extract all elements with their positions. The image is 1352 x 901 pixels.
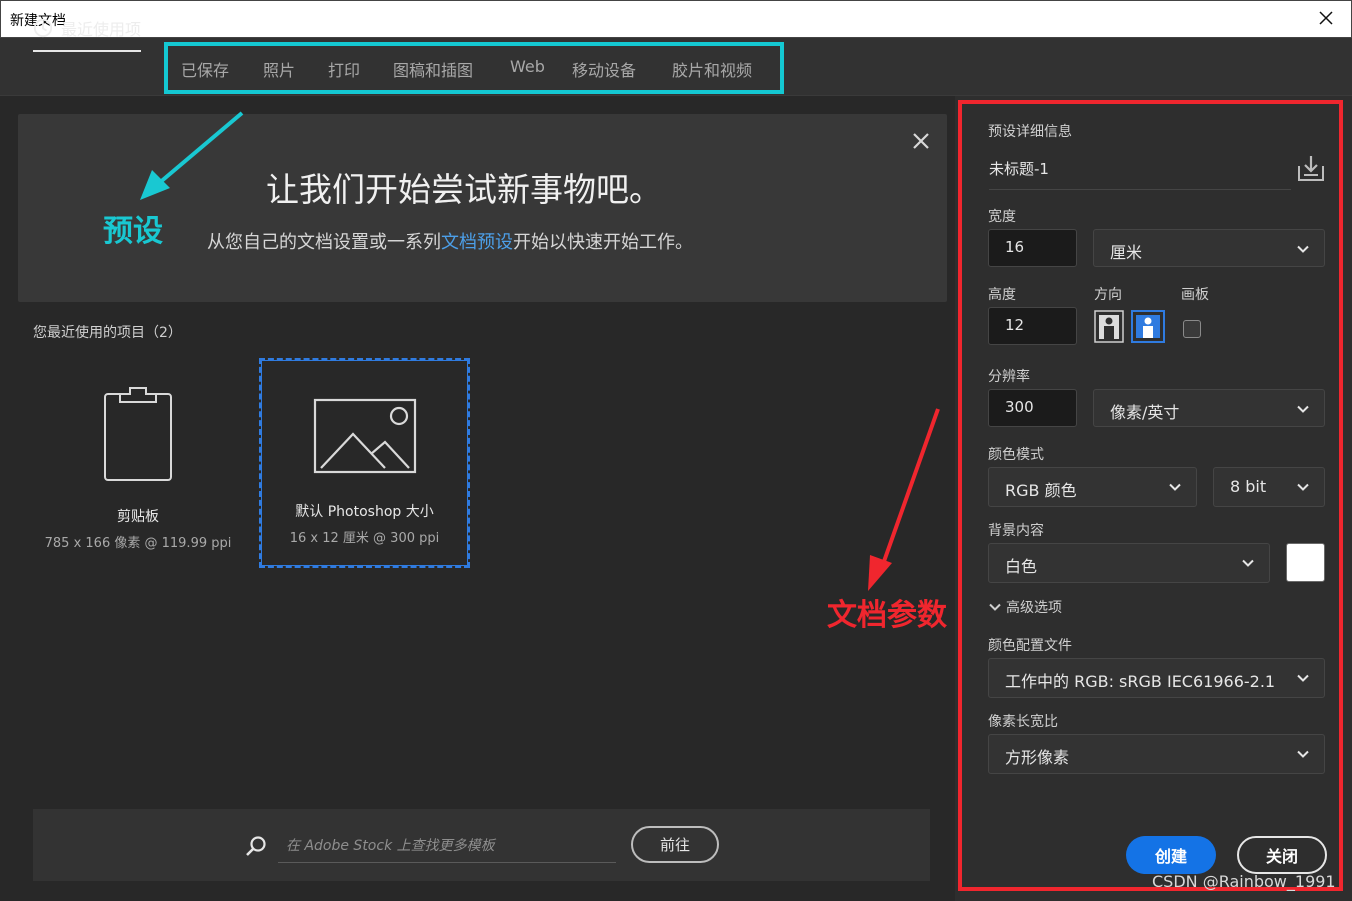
search-icon [244,834,268,858]
recent-item-clipboard[interactable]: 剪贴板 785 x 166 像素 @ 119.99 ppi [40,360,236,565]
stock-search-input[interactable] [278,829,616,863]
recent-item-meta: 16 x 12 厘米 @ 300 ppi [289,531,440,546]
watermark: CSDN @Rainbow_1991 [1152,872,1336,891]
document-presets-link[interactable]: 文档预设 [441,232,513,253]
banner-close-icon[interactable] [910,130,932,152]
tab-recent[interactable]: 最近使用项 [33,16,142,52]
clipboard-icon [100,384,176,484]
doc-params-annotation-box [958,100,1343,891]
tab-recent-label: 最近使用项 [61,20,142,39]
go-button[interactable]: 前往 [631,826,719,863]
recent-heading: 您最近使用的项目（2） [33,325,182,341]
doc-params-annotation: 文档参数 [827,598,947,633]
preset-annotation-arrow [140,111,244,200]
recent-item-default-size[interactable]: 默认 Photoshop 大小 16 x 12 厘米 @ 300 ppi [259,358,470,568]
recent-item-name: 默认 Photoshop 大小 [295,504,434,520]
banner-subtitle-text: 从您自己的文档设置或一系列 [207,232,441,253]
tabs-annotation-box [164,42,784,94]
doc-params-annotation-arrow [868,408,940,591]
banner-title: 让我们开始尝试新事物吧。 [266,170,662,209]
window-close-icon[interactable] [1314,6,1338,30]
banner-subtitle: 从您自己的文档设置或一系列文档预设开始以快速开始工作。 [207,228,693,254]
preset-annotation: 预设 [103,214,163,249]
image-icon [313,398,417,474]
recent-item-name: 剪贴板 [117,509,159,525]
title-bar [0,0,1352,38]
clock-icon [33,18,53,38]
recent-item-meta: 785 x 166 像素 @ 119.99 ppi [44,536,232,551]
banner-subtitle-text-end: 开始以快速开始工作。 [513,232,693,253]
